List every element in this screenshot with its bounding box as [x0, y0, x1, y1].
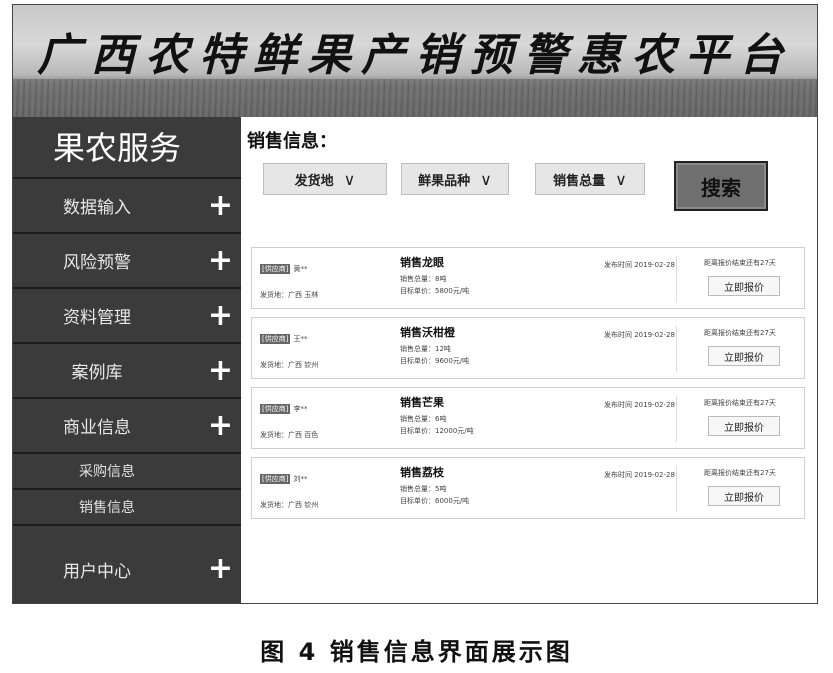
- listing-title: 销售龙眼: [400, 256, 444, 269]
- quote-button[interactable]: 立即报价: [708, 276, 780, 296]
- chevron-down-icon: ∨: [615, 169, 627, 189]
- quote-button[interactable]: 立即报价: [708, 416, 780, 436]
- figure-caption: 图 4 销售信息界面展示图: [260, 638, 573, 666]
- deadline-text: 距离报价结束还有27天: [704, 329, 776, 337]
- list-item: [供应商] 黄** 发货地：广西 玉林 销售龙眼 销售总量：8吨 目标单价：580…: [251, 247, 805, 309]
- field-landscape-image: [13, 79, 817, 117]
- divider: [676, 466, 677, 512]
- seller-name: 黄**: [293, 265, 308, 273]
- supplier-tag: [供应商]: [260, 264, 291, 274]
- supplier-tag: [供应商]: [260, 474, 291, 484]
- price-text: 目标单价：6000元/吨: [400, 497, 470, 505]
- quote-button[interactable]: 立即报价: [708, 346, 780, 366]
- price-text: 目标单价：12000元/吨: [400, 427, 474, 435]
- publish-date: 发布时间 2019-02-28: [604, 401, 675, 409]
- quantity-text: 销售总量：6吨: [400, 415, 447, 423]
- listing-title: 销售荔枝: [400, 466, 444, 479]
- header-banner: 广西农特鲜果产销预警惠农平台: [13, 5, 817, 117]
- seller-name: 刘**: [293, 475, 308, 483]
- price-text: 目标单价：5800元/吨: [400, 287, 470, 295]
- volume-filter-dropdown[interactable]: 销售总量 ∨: [535, 163, 645, 195]
- sidebar-item-label: 商业信息: [63, 418, 131, 438]
- origin-text: 发货地：广西 钦州: [260, 501, 319, 509]
- origin-filter-dropdown[interactable]: 发货地 ∨: [263, 163, 387, 195]
- sidebar-subitem-purchase-info[interactable]: 采购信息: [13, 454, 241, 490]
- sidebar-item-data-input[interactable]: 数据输入 +: [13, 179, 241, 234]
- listing-title: 销售芒果: [400, 396, 444, 409]
- quantity-text: 销售总量：8吨: [400, 275, 447, 283]
- quote-button[interactable]: 立即报价: [708, 486, 780, 506]
- sidebar-item-label: 数据输入: [63, 198, 131, 218]
- divider: [676, 396, 677, 442]
- list-item: [供应商] 李** 发货地：广西 百色 销售芒果 销售总量：6吨 目标单价：120…: [251, 387, 805, 449]
- publish-date: 发布时间 2019-02-28: [604, 471, 675, 479]
- sidebar-item-label: 案例库: [71, 363, 123, 383]
- sidebar-item-case-library[interactable]: 案例库 +: [13, 344, 241, 399]
- list-item: [供应商] 王** 发货地：广西 钦州 销售沃柑橙 销售总量：12吨 目标单价：9…: [251, 317, 805, 379]
- plus-icon[interactable]: +: [208, 554, 233, 584]
- list-item: [供应商] 刘** 发货地：广西 钦州 销售荔枝 销售总量：5吨 目标单价：600…: [251, 457, 805, 519]
- chevron-down-icon: ∨: [480, 169, 492, 189]
- publish-date: 发布时间 2019-02-28: [604, 331, 675, 339]
- sidebar-item-document-management[interactable]: 资料管理 +: [13, 289, 241, 344]
- deadline-text: 距离报价结束还有27天: [704, 399, 776, 407]
- site-title: 广西农特鲜果产销预警惠农平台: [37, 30, 793, 81]
- sidebar-subitem-sales-info[interactable]: 销售信息: [13, 490, 241, 526]
- quantity-text: 销售总量：5吨: [400, 485, 447, 493]
- seller-name: 王**: [293, 335, 308, 343]
- origin-text: 发货地：广西 钦州: [260, 361, 319, 369]
- sidebar: 果农服务 数据输入 + 风险预警 + 资料管理 + 案例库 + 商业信息 + 采…: [13, 117, 241, 603]
- quantity-text: 销售总量：12吨: [400, 345, 451, 353]
- price-text: 目标单价：9600元/吨: [400, 357, 470, 365]
- sidebar-brand: 果农服务: [13, 117, 241, 179]
- plus-icon[interactable]: +: [208, 410, 233, 441]
- plus-icon[interactable]: +: [208, 300, 233, 331]
- divider: [676, 326, 677, 372]
- listing-title: 销售沃柑橙: [400, 326, 455, 339]
- variety-filter-dropdown[interactable]: 鲜果品种 ∨: [401, 163, 509, 195]
- app-frame: 广西农特鲜果产销预警惠农平台 果农服务 数据输入 + 风险预警 + 资料管理 +…: [12, 4, 818, 604]
- deadline-text: 距离报价结束还有27天: [704, 469, 776, 477]
- filter-label: 发货地: [294, 173, 334, 189]
- search-button[interactable]: 搜索: [674, 161, 768, 211]
- chevron-down-icon: ∨: [343, 169, 356, 189]
- seller-name: 李**: [293, 405, 308, 413]
- sidebar-item-risk-warning[interactable]: 风险预警 +: [13, 234, 241, 289]
- page-title: 销售信息：: [247, 131, 337, 152]
- sidebar-item-label: 用户中心: [63, 561, 131, 582]
- filter-label: 销售总量: [553, 173, 606, 189]
- plus-icon[interactable]: +: [208, 355, 233, 386]
- deadline-text: 距离报价结束还有27天: [704, 259, 776, 267]
- publish-date: 发布时间 2019-02-28: [604, 261, 675, 269]
- origin-text: 发货地：广西 玉林: [260, 291, 319, 299]
- plus-icon[interactable]: +: [208, 245, 233, 276]
- filter-label: 鲜果品种: [418, 173, 471, 189]
- sidebar-item-label: 资料管理: [63, 308, 131, 328]
- sidebar-item-label: 风险预警: [63, 253, 131, 273]
- divider: [676, 256, 677, 302]
- sidebar-item-business-info[interactable]: 商业信息 +: [13, 399, 241, 454]
- supplier-tag: [供应商]: [260, 404, 291, 414]
- main-content: 销售信息： 发货地 ∨ 鲜果品种 ∨ 销售总量 ∨ 搜索 [供应商] 黄** 发货…: [241, 117, 817, 603]
- plus-icon[interactable]: +: [208, 190, 233, 221]
- sidebar-item-user-center[interactable]: 用户中心 +: [13, 526, 241, 603]
- supplier-tag: [供应商]: [260, 334, 291, 344]
- origin-text: 发货地：广西 百色: [260, 431, 319, 439]
